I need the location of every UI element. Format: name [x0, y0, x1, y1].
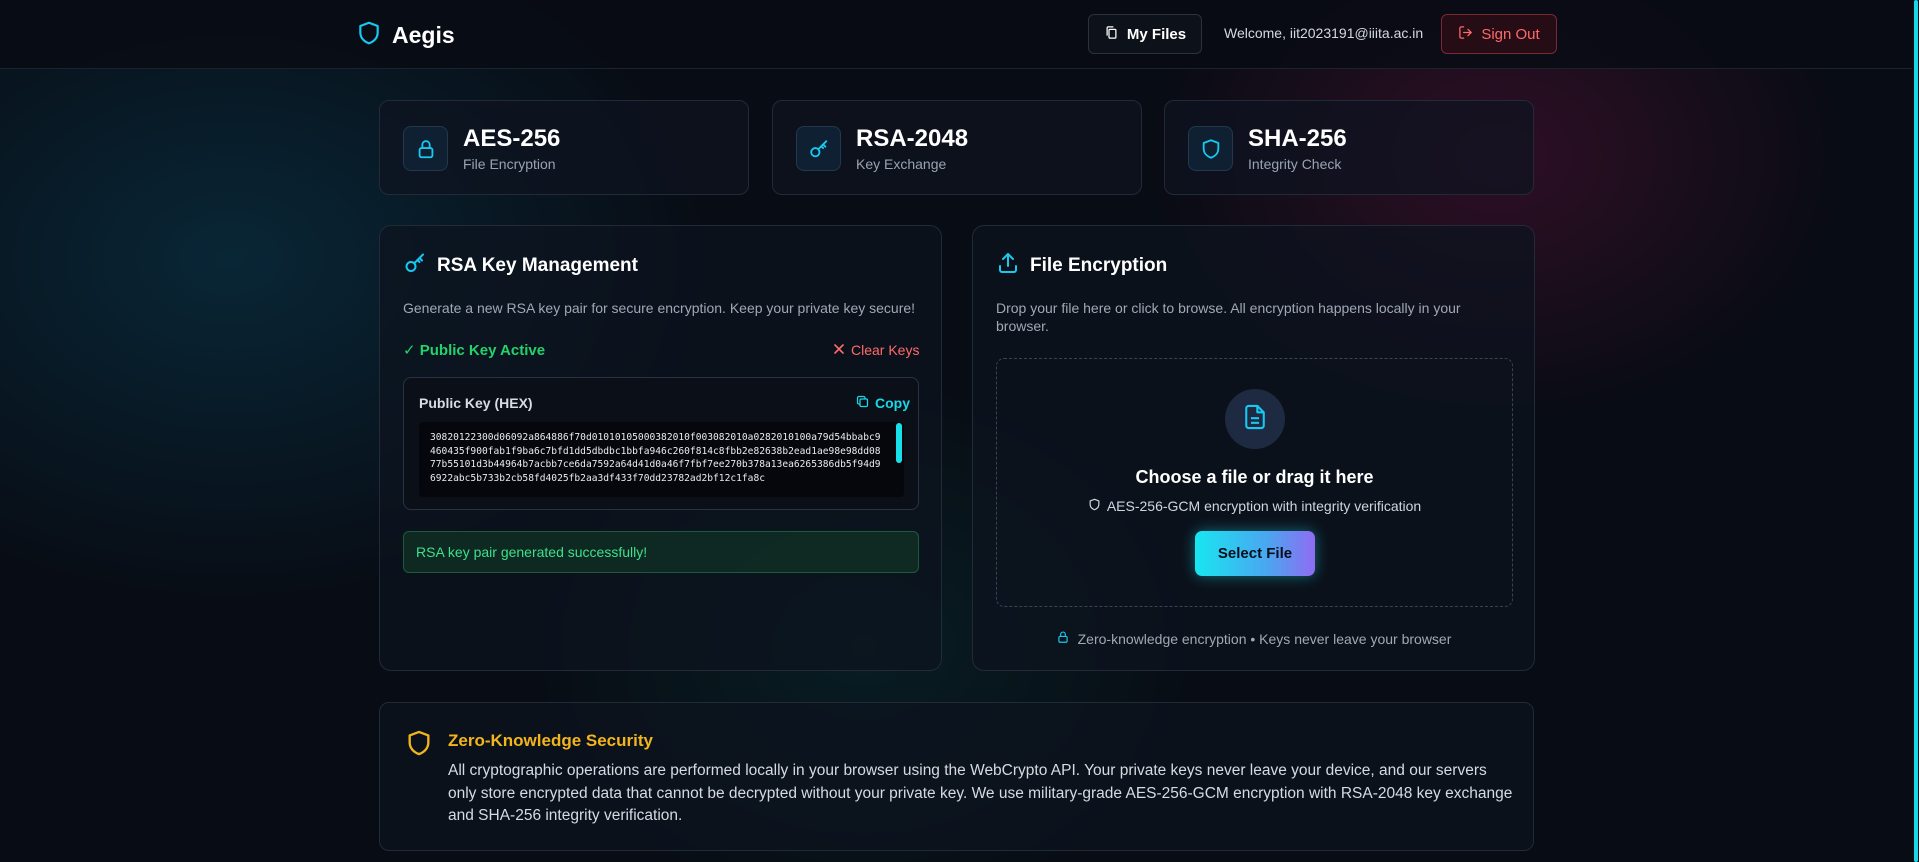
dropzone-subtitle: AES-256-GCM encryption with integrity ve… [997, 498, 1512, 514]
file-encryption-panel: File Encryption Drop your file here or c… [972, 225, 1535, 671]
file-dropzone[interactable]: Choose a file or drag it here AES-256-GC… [996, 358, 1513, 607]
stat-card-rsa: RSA-2048 Key Exchange [772, 100, 1142, 195]
shield-icon [405, 729, 433, 757]
public-key-hex: 30820122300d06092a864886f70d010101050003… [430, 432, 881, 484]
stat-subtitle: Key Exchange [856, 156, 947, 172]
welcome-text: Welcome, iit2023191@iiita.ac.in [1224, 25, 1424, 41]
public-key-box: Public Key (HEX) Copy 30820122300d06092a… [403, 377, 919, 510]
stat-title: RSA-2048 [856, 125, 969, 152]
key-icon [403, 251, 427, 281]
public-key-status: ✓ Public Key Active [403, 342, 546, 359]
dropzone-subtitle-text: AES-256-GCM encryption with integrity ve… [1106, 498, 1422, 514]
stat-subtitle: Integrity Check [1248, 156, 1342, 172]
zero-knowledge-note-text: Zero-knowledge encryption • Keys never l… [1077, 630, 1452, 647]
copy-label: Copy [875, 395, 910, 411]
stat-card-sha: SHA-256 Integrity Check [1164, 100, 1534, 195]
stat-subtitle: File Encryption [463, 156, 556, 172]
brand-name: Aegis [392, 22, 455, 48]
dropzone-title: Choose a file or drag it here [1135, 467, 1374, 487]
security-description: All cryptographic operations are perform… [448, 762, 1513, 824]
lock-icon [403, 126, 448, 171]
copy-icon [855, 394, 870, 412]
my-files-button[interactable]: My Files [1088, 14, 1202, 54]
sign-out-icon [1458, 25, 1473, 44]
sign-out-label: Sign Out [1481, 25, 1540, 43]
key-icon [796, 126, 841, 171]
page-scrollbar-thumb[interactable] [1914, 0, 1918, 862]
zero-knowledge-note: Zero-knowledge encryption • Keys never l… [973, 630, 1534, 647]
rsa-panel-title: RSA Key Management [403, 251, 638, 281]
page-scrollbar[interactable] [1913, 0, 1919, 862]
encryption-panel-title: File Encryption [996, 251, 1167, 281]
top-nav: Aegis My Files Welcome, iit2023191@iiita… [0, 0, 1912, 69]
file-icon-badge [1225, 389, 1285, 449]
stat-title: AES-256 [463, 125, 561, 152]
panel-title-text: File Encryption [1030, 255, 1168, 276]
shield-logo-icon [356, 20, 382, 51]
rsa-key-panel: RSA Key Management Generate a new RSA ke… [379, 225, 942, 671]
shield-icon [1088, 498, 1101, 514]
lock-icon [1056, 630, 1070, 647]
rsa-panel-description: Generate a new RSA key pair for secure e… [403, 300, 916, 316]
success-alert: RSA key pair generated successfully! [403, 531, 919, 573]
clear-keys-label: Clear Keys [851, 342, 920, 358]
shield-icon [1188, 126, 1233, 171]
copy-key-button[interactable]: Copy [855, 394, 910, 412]
close-icon [833, 342, 845, 358]
brand[interactable]: Aegis [356, 20, 455, 51]
file-icon [1241, 403, 1269, 436]
stat-card-aes: AES-256 File Encryption [379, 100, 749, 195]
select-file-button[interactable]: Select File [1195, 531, 1315, 576]
sign-out-button[interactable]: Sign Out [1441, 14, 1557, 54]
public-key-label: Public Key (HEX) [419, 395, 533, 411]
security-info-box: Zero-Knowledge Security All cryptographi… [379, 702, 1534, 851]
upload-icon [996, 251, 1020, 281]
key-scrollbar-thumb[interactable] [896, 423, 902, 463]
clear-keys-button[interactable]: Clear Keys [833, 342, 919, 358]
encryption-panel-description: Drop your file here or click to browse. … [996, 300, 1461, 334]
security-title: Zero-Knowledge Security [448, 731, 653, 750]
stat-title: SHA-256 [1248, 125, 1347, 152]
public-key-textarea[interactable]: 30820122300d06092a864886f70d010101050003… [419, 422, 904, 497]
panel-title-text: RSA Key Management [437, 255, 638, 276]
my-files-label: My Files [1126, 25, 1187, 43]
files-icon [1104, 25, 1119, 44]
